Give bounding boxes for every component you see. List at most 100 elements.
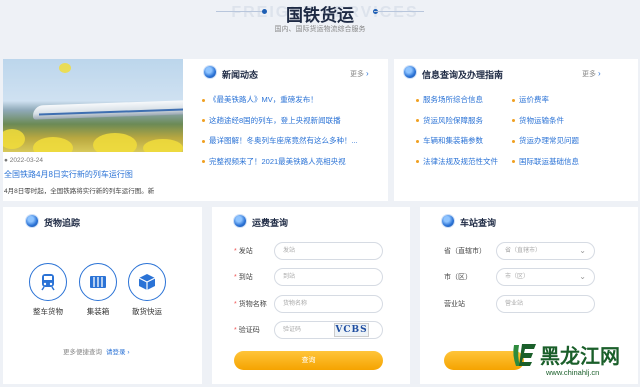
info-links-right: 运价费率 货物运输条件 货运办理常见问题 国际联运基础信息: [512, 94, 579, 176]
news-date: ● 2022-03-24: [4, 157, 184, 164]
news-list: 《最美铁路人》MV，重磅发布！ 这趟途经8国的列车，登上央视新闻联播 最详图解！…: [202, 94, 358, 176]
globe-icon: [26, 215, 38, 227]
logo-url-text: www.chinahlj.cn: [546, 368, 600, 377]
city-label: 市（区）: [444, 274, 472, 281]
info-more-link[interactable]: 更多 ›: [582, 69, 601, 79]
image-blossom: [93, 133, 137, 152]
captcha-image[interactable]: VCBS: [334, 323, 369, 337]
news-featured: ● 2022-03-24 全国铁路4月8日实行新的列车运行图 4月8日零时起，全…: [4, 157, 184, 195]
logo-mark-icon: [513, 344, 536, 366]
field-label: * 验证码: [234, 327, 260, 334]
news-list-item[interactable]: 这趟途经8国的列车，登上央视新闻联播: [202, 115, 358, 136]
globe-icon: [204, 66, 216, 78]
image-blossom: [33, 137, 73, 152]
container-icon: [90, 276, 106, 288]
info-link-text: 货运办理常见问题: [519, 136, 579, 145]
business-station-input[interactable]: 营业站: [496, 295, 595, 313]
news-list-item[interactable]: 完整视频来了！2021最美铁路人亮相央视: [202, 156, 358, 177]
info-link[interactable]: 法律法规及规范性文件: [416, 156, 498, 177]
info-link-text: 货物运输条件: [519, 115, 564, 125]
track-option-container[interactable]: 集装箱: [76, 263, 120, 317]
tracking-more: 更多便捷查询 请登录 ›: [63, 346, 129, 356]
chevron-down-icon: ⌄: [579, 246, 586, 255]
bullet-icon: [202, 98, 205, 102]
info-link-text: 服务场所综合信息: [423, 95, 483, 104]
province-placeholder: 省（直辖市）: [505, 248, 542, 254]
news-item-text: 这趟途经8国的列车，登上央视新闻联播: [209, 115, 341, 125]
field-label: * 发站: [234, 248, 253, 255]
track-option-label: 集装箱: [86, 307, 110, 316]
info-link[interactable]: 服务场所综合信息: [416, 94, 498, 115]
info-link[interactable]: 货运风险保障服务: [416, 115, 498, 136]
goods-name-input[interactable]: 货物名称: [274, 295, 383, 313]
city-select[interactable]: 市（区） ⌄: [496, 268, 595, 286]
login-label: 请登录: [106, 349, 126, 356]
news-list-item[interactable]: 最详图解！冬奥列车座席竟然有这么多种！...: [202, 135, 358, 156]
track-option-circle: [79, 263, 117, 301]
news-date-text: 2022-03-24: [9, 157, 43, 164]
globe-icon: [404, 66, 416, 78]
info-link[interactable]: 货运办理常见问题: [512, 135, 579, 156]
news-item-text: 完整视频来了！2021最美铁路人亮相央视: [209, 156, 346, 166]
page-title: 国铁货运: [286, 6, 354, 25]
section-header: FREIGHT SERVICES 国铁货运 国内、国际货运物流综合服务: [0, 0, 640, 56]
info-links-left: 服务场所综合信息 货运风险保障服务 车辆和集装箱参数 法律法规及规范性文件: [416, 94, 498, 176]
track-option-circle: [128, 263, 166, 301]
info-link[interactable]: 国际联运基础信息: [512, 156, 579, 177]
info-link[interactable]: 车辆和集装箱参数: [416, 135, 498, 156]
package-icon: [138, 274, 156, 290]
city-placeholder: 市（区）: [505, 274, 530, 280]
info-link[interactable]: 货物运输条件: [512, 115, 579, 136]
tracking-title: 货物追踪: [44, 218, 81, 228]
globe-icon: [442, 215, 454, 227]
bullet-icon: [512, 139, 515, 143]
site-watermark-logo: 黑龙江网 www.chinahlj.cn: [510, 340, 638, 380]
news-more-link[interactable]: 更多 ›: [350, 69, 369, 79]
query-button[interactable]: 查询: [234, 351, 383, 370]
freight-title: 运费查询: [252, 218, 289, 228]
image-blossom: [3, 129, 25, 149]
bullet-icon: [202, 139, 205, 143]
info-link[interactable]: 运价费率: [512, 94, 579, 115]
province-label: 省（直辖市）: [444, 248, 486, 255]
news-item-text: 《最美铁路人》MV，重磅发布！: [209, 95, 318, 104]
chevron-down-icon: ⌄: [579, 272, 586, 281]
info-title: 信息查询及办理指南: [422, 70, 504, 80]
bullet-icon: [202, 119, 205, 123]
business-station-label: 营业站: [444, 301, 465, 308]
news-featured-headline[interactable]: 全国铁路4月8日实行新的列车运行图: [4, 169, 184, 180]
track-option-circle: [29, 263, 67, 301]
page-subtitle: 国内、国际货运物流综合服务: [274, 26, 366, 33]
login-link[interactable]: 请登录 ›: [106, 349, 129, 356]
track-option-label: 散货快运: [132, 307, 162, 316]
field-label: * 到站: [234, 274, 253, 281]
info-link-text: 法律法规及规范性文件: [423, 156, 498, 166]
bullet-icon: [512, 119, 515, 123]
news-item-text: 最详图解！冬奥列车座席竟然有这么多种！...: [209, 136, 358, 145]
chevron-right-icon: ›: [597, 69, 601, 78]
info-link-text: 车辆和集装箱参数: [423, 136, 483, 145]
origin-station-input[interactable]: 发站: [274, 242, 383, 260]
bullet-icon: [416, 160, 419, 164]
track-option-label: 整车货物: [33, 307, 63, 316]
bullet-icon: [512, 98, 515, 102]
destination-station-input[interactable]: 到站: [274, 268, 383, 286]
news-list-item[interactable]: 《最美铁路人》MV，重磅发布！: [202, 94, 358, 115]
news-featured-image[interactable]: [3, 59, 183, 152]
image-blossom: [59, 63, 71, 73]
logo-brand-text: 黑龙江网: [540, 344, 620, 368]
header-divider-right: [374, 11, 424, 12]
news-featured-excerpt: 4月8日零时起，全国铁路将实行新的列车运行图。新: [4, 188, 155, 195]
track-option-bulk[interactable]: 散货快运: [125, 263, 169, 317]
bullet-icon: [416, 139, 419, 143]
track-option-whole-car[interactable]: 整车货物: [26, 263, 70, 317]
province-select[interactable]: 省（直辖市） ⌄: [496, 242, 595, 260]
bullet-icon: [416, 98, 419, 102]
info-link-text: 运价费率: [519, 95, 549, 104]
station-title: 车站查询: [460, 218, 497, 228]
bullet-icon: [512, 160, 515, 164]
info-link-text: 国际联运基础信息: [519, 156, 579, 166]
train-icon: [41, 274, 55, 291]
bullet-icon: [202, 160, 205, 164]
info-more-label: 更多: [582, 71, 596, 78]
